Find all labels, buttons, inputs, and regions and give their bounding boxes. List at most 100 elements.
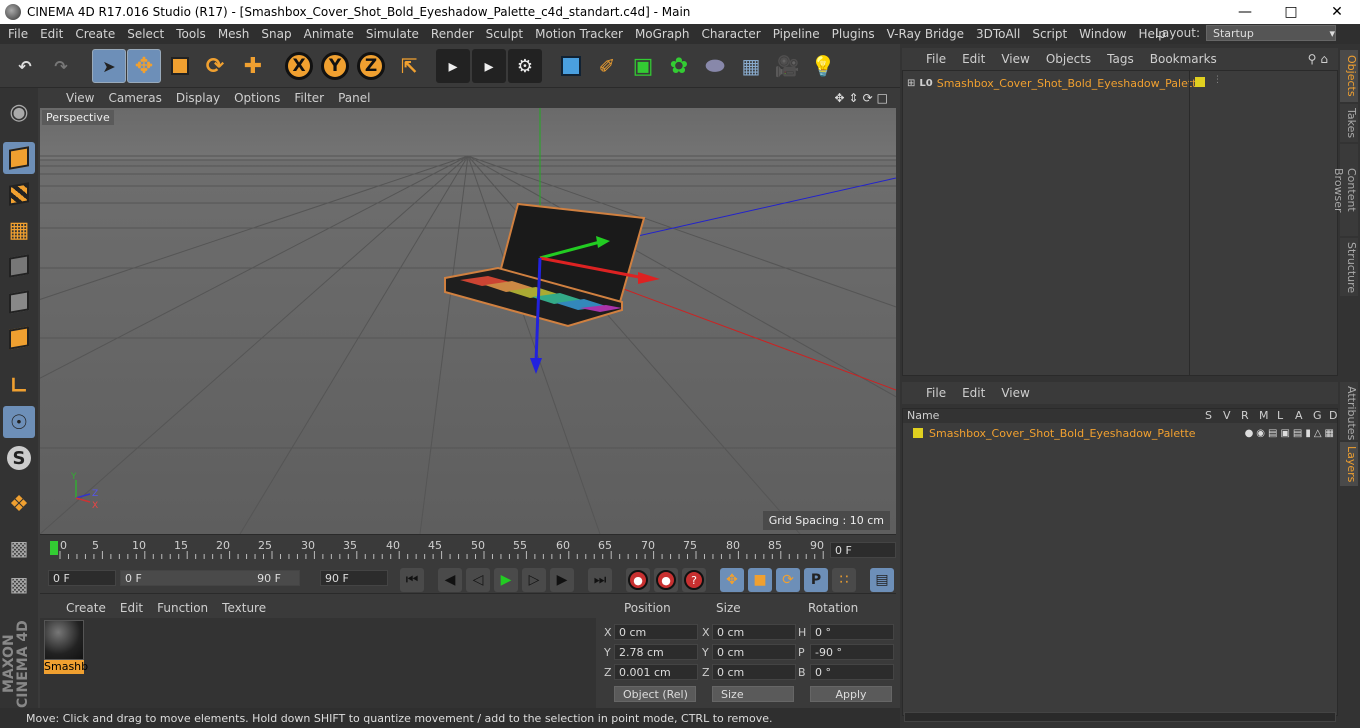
rot-p-field[interactable]: -90 ° <box>810 644 894 660</box>
record-keys-icon[interactable]: ● <box>626 568 650 592</box>
timeline-window-icon[interactable]: ▤ <box>870 568 894 592</box>
x-axis-lock-button[interactable]: X <box>282 49 316 83</box>
subdivision-surface-icon[interactable]: ▣ <box>626 49 660 83</box>
layer-menu-file[interactable]: File <box>926 386 946 400</box>
layer-menu-view[interactable]: View <box>1001 386 1029 400</box>
menu-select[interactable]: Select <box>121 27 170 41</box>
obj-menu-objects[interactable]: Objects <box>1046 52 1091 66</box>
tab-takes[interactable]: Takes <box>1340 104 1358 142</box>
vp-menu-panel[interactable]: Panel <box>338 91 370 105</box>
tweak-mode-icon[interactable]: ☉ <box>3 406 35 438</box>
key-scale-icon[interactable]: ■ <box>748 568 772 592</box>
vp-menu-display[interactable]: Display <box>176 91 220 105</box>
render-picture-viewer-icon[interactable]: ▸ <box>472 49 506 83</box>
eyeshadow-palette-model[interactable] <box>444 202 646 328</box>
menu-edit[interactable]: Edit <box>34 27 69 41</box>
x-arrow-icon[interactable] <box>638 272 660 284</box>
key-position-icon[interactable]: ✥ <box>720 568 744 592</box>
menu-sculpt[interactable]: Sculpt <box>480 27 529 41</box>
y-axis-lock-button[interactable]: Y <box>318 49 352 83</box>
viewport-navigation-icons[interactable]: ✥⇕⟳□ <box>834 91 892 105</box>
layer-name[interactable]: Smashbox_Cover_Shot_Bold_Eyeshadow_Palet… <box>929 427 1196 440</box>
object-name[interactable]: Smashbox_Cover_Shot_Bold_Eyeshadow_Palet… <box>937 77 1204 90</box>
tab-layers[interactable]: Layers <box>1340 442 1358 486</box>
recent-tools-icon[interactable]: ✚ <box>236 49 270 83</box>
rot-h-field[interactable]: 0 ° <box>810 624 894 640</box>
rot-b-field[interactable]: 0 ° <box>810 664 894 680</box>
key-rotation-icon[interactable]: ⟳ <box>776 568 800 592</box>
mat-menu-edit[interactable]: Edit <box>120 601 143 615</box>
vp-menu-options[interactable]: Options <box>234 91 280 105</box>
render-settings-icon[interactable]: ⚙ <box>508 49 542 83</box>
tab-objects[interactable]: Objects <box>1340 50 1358 102</box>
floor-icon[interactable]: ▦ <box>734 49 768 83</box>
play-icon[interactable]: ▶ <box>494 568 518 592</box>
texture-mode-icon[interactable] <box>3 178 35 210</box>
menu-script[interactable]: Script <box>1026 27 1073 41</box>
obj-menu-file[interactable]: File <box>926 52 946 66</box>
obj-menu-view[interactable]: View <box>1001 52 1029 66</box>
previous-frame-icon[interactable]: ◁ <box>466 568 490 592</box>
rotate-icon[interactable]: ⟳ <box>198 49 232 83</box>
z-axis-lock-button[interactable]: Z <box>354 49 388 83</box>
expand-icon[interactable]: ⊞ <box>907 78 915 89</box>
cube-primitive-icon[interactable] <box>554 49 588 83</box>
visibility-dots-icon[interactable]: ⋮ <box>1213 75 1222 85</box>
size-z-field[interactable]: 0 cm <box>712 664 796 680</box>
go-to-end-icon[interactable]: ⏭ <box>588 568 612 592</box>
live-selection-icon[interactable]: ➤ <box>92 49 126 83</box>
vp-menu-view[interactable]: View <box>66 91 94 105</box>
col-l[interactable]: L <box>1277 409 1283 422</box>
previous-key-icon[interactable]: ◀ <box>438 568 462 592</box>
menu-3dtoall[interactable]: 3DToAll <box>970 27 1026 41</box>
layer-row[interactable]: Smashbox_Cover_Shot_Bold_Eyeshadow_Palet… <box>913 425 1337 441</box>
keyframe-selection-icon[interactable]: ? <box>682 568 706 592</box>
snap-icon[interactable]: S <box>3 442 35 474</box>
current-frame-field[interactable]: 0 F <box>830 542 896 558</box>
size-mode-dropdown[interactable]: Size <box>712 686 794 702</box>
mat-menu-function[interactable]: Function <box>157 601 208 615</box>
col-a[interactable]: A <box>1295 409 1303 422</box>
edges-mode-icon[interactable] <box>3 286 35 318</box>
layer-toggle-icons[interactable]: ●◉▤▣▤▮△▦ <box>1245 428 1337 439</box>
vp-menu-filter[interactable]: Filter <box>294 91 324 105</box>
make-editable-icon[interactable]: ◉ <box>3 96 35 128</box>
menu-motion-tracker[interactable]: Motion Tracker <box>529 27 629 41</box>
menu-animate[interactable]: Animate <box>298 27 360 41</box>
menu-vray-bridge[interactable]: V-Ray Bridge <box>881 27 970 41</box>
menu-file[interactable]: File <box>2 27 34 41</box>
polygons-mode-icon[interactable] <box>3 322 35 354</box>
deformer-icon[interactable]: ⬬ <box>698 49 732 83</box>
workplane-align-icon[interactable]: ▩ <box>3 568 35 600</box>
cloner-icon[interactable]: ✿ <box>662 49 696 83</box>
layer-color-swatch[interactable] <box>1195 77 1205 87</box>
start-frame-field[interactable]: 0 F <box>48 570 116 586</box>
scale-icon[interactable] <box>163 49 197 83</box>
size-y-field[interactable]: 0 cm <box>712 644 796 660</box>
apply-button[interactable]: Apply <box>810 686 892 702</box>
menu-window[interactable]: Window <box>1073 27 1132 41</box>
menu-pipeline[interactable]: Pipeline <box>767 27 826 41</box>
next-frame-icon[interactable]: ▷ <box>522 568 546 592</box>
model-mode-icon[interactable] <box>3 142 35 174</box>
layer-color-icon[interactable] <box>913 428 923 438</box>
z-arrow-icon[interactable] <box>530 358 542 374</box>
layout-dropdown[interactable]: Startup ▾ <box>1206 25 1336 41</box>
menu-render[interactable]: Render <box>425 27 480 41</box>
obj-menu-bookmarks[interactable]: Bookmarks <box>1150 52 1217 66</box>
menu-character[interactable]: Character <box>695 27 766 41</box>
vp-menu-cameras[interactable]: Cameras <box>108 91 161 105</box>
points-mode-icon[interactable] <box>3 250 35 282</box>
end-frame-field[interactable]: 90 F <box>320 570 388 586</box>
frame-range-slider[interactable]: 0 F 90 F <box>120 570 300 586</box>
key-pla-icon[interactable]: ∷ <box>832 568 856 592</box>
menu-simulate[interactable]: Simulate <box>360 27 425 41</box>
maximize-button[interactable]: □ <box>1268 0 1314 24</box>
size-x-field[interactable]: 0 cm <box>712 624 796 640</box>
menu-mesh[interactable]: Mesh <box>212 27 256 41</box>
workplane-mode-icon[interactable]: ▦ <box>3 214 35 246</box>
pos-z-field[interactable]: 0.001 cm <box>614 664 698 680</box>
close-button[interactable]: ✕ <box>1314 0 1360 24</box>
3d-viewport[interactable]: Y Z X Perspective Grid Spacing : 10 cm <box>40 108 896 534</box>
minimize-button[interactable]: — <box>1222 0 1268 24</box>
